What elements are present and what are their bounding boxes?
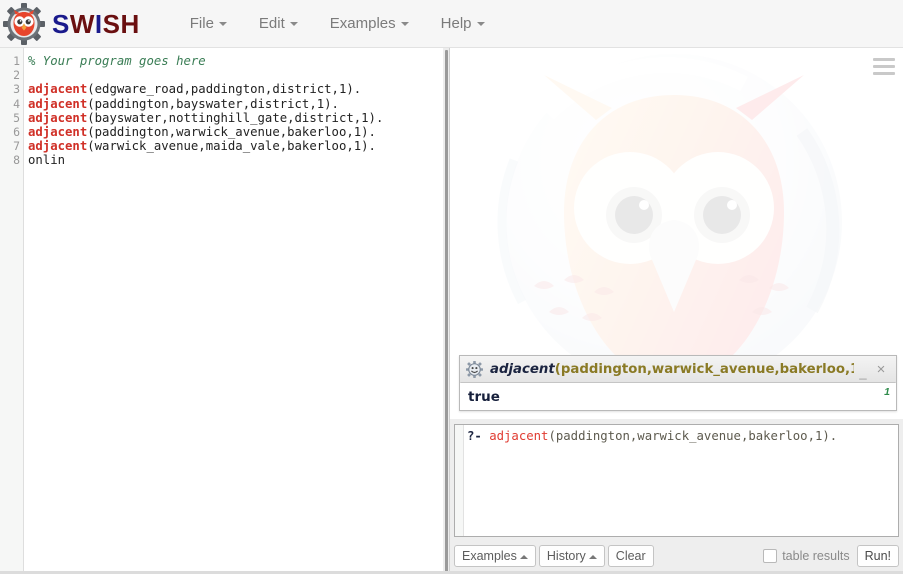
main-area: 1 2 3 4 5 6 7 8 % Your program goes here… bbox=[0, 48, 903, 574]
chevron-down-icon bbox=[289, 21, 298, 26]
query-gutter bbox=[455, 425, 464, 536]
query-arguments: (paddington,warwick_avenue,bakerloo,1). bbox=[548, 429, 838, 443]
code-predicate: adjacent bbox=[28, 124, 88, 139]
code-line: adjacent(paddington,warwick_avenue,baker… bbox=[28, 125, 443, 139]
query-toolbar: Examples History Clear table results Run… bbox=[454, 541, 899, 571]
answer-card-body: true 1 bbox=[460, 383, 896, 410]
answer-result-value: true bbox=[468, 388, 500, 405]
code-arguments: (bayswater,nottinghill_gate,district,1). bbox=[87, 110, 384, 125]
code-predicate: adjacent bbox=[28, 139, 88, 154]
query-pane: ?- adjacent(paddington,warwick_avenue,ba… bbox=[449, 419, 903, 574]
answer-result-count: 1 bbox=[884, 386, 890, 398]
code-comment: % Your program goes here bbox=[28, 54, 206, 68]
code-line: adjacent(bayswater,nottinghill_gate,dist… bbox=[28, 111, 443, 125]
code-predicate: adjacent bbox=[28, 82, 88, 97]
brand-title[interactable]: SWISH bbox=[52, 11, 140, 37]
code-line: % Your program goes here bbox=[28, 54, 443, 68]
hamburger-menu-icon[interactable] bbox=[873, 58, 895, 76]
table-results-label[interactable]: table results bbox=[782, 549, 849, 563]
brand-letter-h: H bbox=[120, 8, 140, 39]
nav-item-examples[interactable]: Examples bbox=[314, 0, 425, 48]
examples-button-label: Examples bbox=[462, 549, 517, 563]
chevron-down-icon bbox=[218, 21, 227, 26]
line-number: 1 bbox=[13, 54, 20, 68]
code-line: adjacent(paddington,bayswater,district,1… bbox=[28, 97, 443, 111]
gear-smiley-icon bbox=[466, 360, 483, 378]
code-line: onlin bbox=[28, 153, 443, 167]
swish-app-window: SWISH File Edit Examples Help 1 2 3 4 5 … bbox=[0, 0, 903, 574]
query-prompt: ?- bbox=[467, 429, 490, 443]
table-results-checkbox[interactable] bbox=[763, 549, 778, 563]
brand-letter-s1: S bbox=[52, 8, 70, 39]
splitter-handle[interactable] bbox=[445, 50, 448, 572]
answer-card-header[interactable]: adjacent(paddington,warwick_avenue,baker… bbox=[460, 356, 896, 383]
answers-pane: adjacent(paddington,warwick_avenue,baker… bbox=[449, 48, 903, 419]
line-number: 2 bbox=[13, 68, 20, 83]
nav-item-file[interactable]: File bbox=[174, 0, 243, 48]
clear-button[interactable]: Clear bbox=[607, 545, 654, 567]
line-number: 8 bbox=[13, 153, 20, 168]
navbar: SWISH File Edit Examples Help bbox=[0, 0, 903, 48]
answer-query-arguments: (paddington,warwick_avenue,bakerloo,1). bbox=[554, 361, 854, 377]
examples-button[interactable]: Examples bbox=[454, 545, 536, 567]
answer-query-text: adjacent(paddington,warwick_avenue,baker… bbox=[490, 362, 854, 377]
history-button[interactable]: History bbox=[538, 545, 605, 567]
line-number: 3 bbox=[13, 82, 20, 97]
chevron-down-icon bbox=[476, 21, 485, 26]
nav-item-examples-label: Examples bbox=[329, 14, 396, 32]
line-number-gutter: 1 2 3 4 5 6 7 8 bbox=[0, 48, 24, 574]
run-button[interactable]: Run! bbox=[856, 545, 899, 567]
query-editor[interactable]: ?- adjacent(paddington,warwick_avenue,ba… bbox=[454, 424, 899, 537]
nav-item-help[interactable]: Help bbox=[425, 0, 501, 48]
chevron-up-icon bbox=[588, 554, 597, 559]
code-text: onlin bbox=[28, 153, 66, 168]
query-code-text[interactable]: ?- adjacent(paddington,warwick_avenue,ba… bbox=[464, 425, 898, 536]
line-number: 5 bbox=[13, 110, 20, 125]
right-pane: adjacent(paddington,warwick_avenue,baker… bbox=[449, 48, 903, 574]
brand-letter-w: W bbox=[69, 8, 95, 39]
run-button-label: Run! bbox=[864, 549, 891, 563]
nav-item-file-label: File bbox=[189, 14, 214, 32]
minimize-icon[interactable]: _ bbox=[854, 366, 872, 379]
gear-owl-icon[interactable] bbox=[2, 2, 46, 46]
chevron-up-icon bbox=[519, 554, 528, 559]
hamburger-bar bbox=[873, 58, 895, 61]
code-line: adjacent(edgware_road,paddington,distric… bbox=[28, 82, 443, 96]
code-arguments: (warwick_avenue,maida_vale,bakerloo,1). bbox=[87, 139, 376, 154]
nav-item-edit[interactable]: Edit bbox=[243, 0, 314, 48]
nav-item-edit-label: Edit bbox=[258, 14, 285, 32]
query-toolbar-right: table results Run! bbox=[763, 545, 899, 567]
nav-item-help-label: Help bbox=[440, 14, 472, 32]
clear-button-label: Clear bbox=[615, 549, 646, 563]
brand-letter-s2: S bbox=[102, 8, 121, 39]
navbar-menu: File Edit Examples Help bbox=[174, 0, 501, 48]
swish-owl-watermark bbox=[450, 48, 903, 390]
code-predicate: adjacent bbox=[28, 110, 88, 125]
line-number: 7 bbox=[13, 139, 20, 154]
hamburger-bar bbox=[873, 72, 895, 75]
code-predicate: adjacent bbox=[28, 96, 88, 111]
brand-letter-i: I bbox=[94, 8, 103, 39]
hamburger-bar bbox=[873, 65, 895, 68]
close-icon[interactable]: × bbox=[872, 362, 890, 377]
line-number: 6 bbox=[13, 124, 20, 139]
code-arguments: (paddington,warwick_avenue,bakerloo,1). bbox=[87, 124, 376, 139]
query-predicate: adjacent bbox=[489, 429, 549, 443]
source-code-editor[interactable]: 1 2 3 4 5 6 7 8 % Your program goes here… bbox=[0, 48, 443, 574]
answer-query-predicate: adjacent bbox=[490, 361, 555, 377]
code-arguments: (paddington,bayswater,district,1). bbox=[87, 96, 339, 111]
chevron-down-icon bbox=[400, 21, 409, 26]
source-editor-pane: 1 2 3 4 5 6 7 8 % Your program goes here… bbox=[0, 48, 443, 574]
code-arguments: (edgware_road,paddington,district,1). bbox=[87, 82, 362, 97]
history-button-label: History bbox=[546, 549, 586, 563]
code-line: adjacent(warwick_avenue,maida_vale,baker… bbox=[28, 139, 443, 153]
source-code-text[interactable]: % Your program goes here adjacent(edgwar… bbox=[24, 48, 443, 574]
answer-card: adjacent(paddington,warwick_avenue,baker… bbox=[459, 355, 897, 411]
line-number: 4 bbox=[13, 96, 20, 111]
